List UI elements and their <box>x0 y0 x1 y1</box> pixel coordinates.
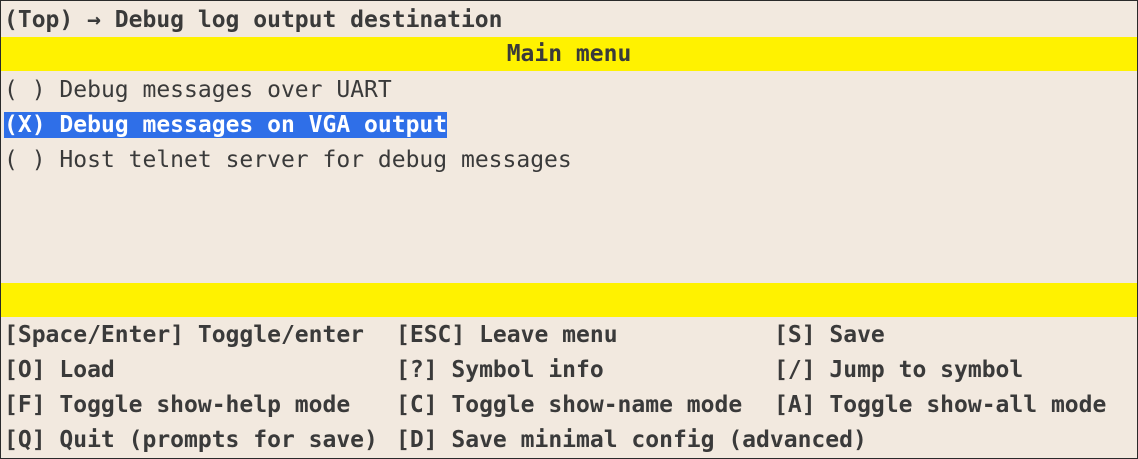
radio-indicator: ( ) <box>4 77 46 103</box>
help-quit: [Q] Quit (prompts for save) <box>4 427 378 453</box>
menu-title: Main menu <box>506 41 632 67</box>
menu-item-telnet[interactable]: ( ) Host telnet server for debug message… <box>4 143 572 178</box>
menu-item-uart[interactable]: ( ) Debug messages over UART <box>4 73 392 108</box>
menu-item-label: Host telnet server for debug messages <box>59 147 572 173</box>
help-load: [O] Load <box>4 357 115 383</box>
help-jump-to-symbol: [/] Jump to symbol <box>774 357 1024 383</box>
menuconfig-window: (Top) → Debug log output destination Mai… <box>0 0 1138 459</box>
help-show-name-mode: [C] Toggle show-name mode <box>396 392 743 418</box>
radio-indicator: ( ) <box>4 147 46 173</box>
menu-item-vga[interactable]: (X) Debug messages on VGA output <box>4 108 448 143</box>
menu-item-label: Debug messages on VGA output <box>59 112 448 138</box>
help-show-help-mode: [F] Toggle show-help mode <box>4 392 351 418</box>
breadcrumb: (Top) → Debug log output destination <box>4 7 503 33</box>
help-save-minimal: [D] Save minimal config (advanced) <box>396 427 867 453</box>
help-toggle-enter: [Space/Enter] Toggle/enter <box>4 322 365 348</box>
help-leave-menu: [ESC] Leave menu <box>396 322 618 348</box>
help-show-all-mode: [A] Toggle show-all mode <box>774 392 1107 418</box>
radio-indicator: (X) <box>4 112 46 138</box>
help-save: [S] Save <box>774 322 885 348</box>
status-bar <box>1 283 1137 317</box>
help-symbol-info: [?] Symbol info <box>396 357 604 383</box>
menu-title-bar: Main menu <box>1 37 1137 71</box>
menu-item-label: Debug messages over UART <box>59 77 392 103</box>
